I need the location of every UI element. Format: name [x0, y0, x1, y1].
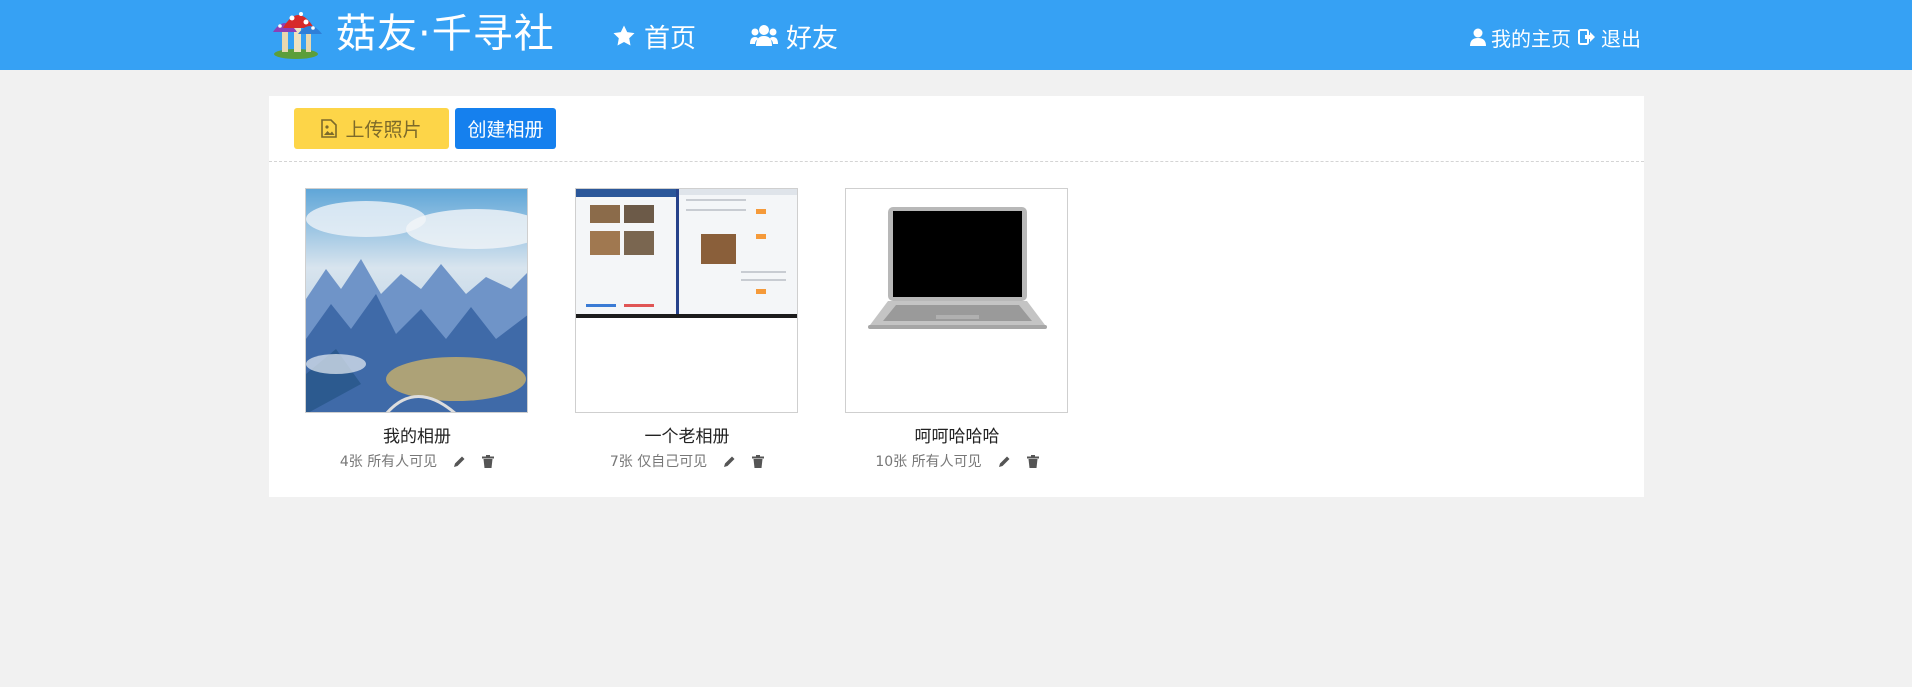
nav-friends-link[interactable]: 好友: [750, 18, 838, 54]
trash-icon: [482, 454, 495, 468]
album-photo-count: 10张: [875, 454, 908, 470]
album-visibility: 仅自己可见: [637, 454, 708, 470]
album-name[interactable]: 呵呵哈哈哈: [845, 422, 1069, 447]
sign-out-icon: [1578, 29, 1595, 45]
album-meta: 4张 所有人可见: [305, 451, 529, 471]
delete-album-button[interactable]: [752, 454, 765, 468]
edit-album-button[interactable]: [723, 455, 736, 468]
site-brand[interactable]: 菇友·千寻社: [336, 10, 555, 58]
screenshot-image: [576, 189, 797, 412]
edit-album-button[interactable]: [998, 455, 1011, 468]
nav-logout-link[interactable]: 退出: [1578, 22, 1641, 52]
album-photo-count: 7张: [609, 454, 633, 470]
upload-photo-label: 上传照片: [345, 119, 422, 141]
pencil-icon: [454, 456, 465, 467]
album-cover-laptop[interactable]: [845, 188, 1068, 413]
top-navbar: 菇友·千寻社 首页 好友 我的主页 退出: [0, 0, 1912, 70]
nav-home-link[interactable]: 首页: [612, 18, 696, 54]
mushroom-logo-icon[interactable]: [268, 4, 324, 60]
trash-icon: [752, 454, 765, 468]
album-photo-count: 4张: [339, 454, 363, 470]
album-visibility: 所有人可见: [367, 454, 438, 470]
nav-logout-label: 退出: [1601, 26, 1641, 51]
upload-photo-button[interactable]: 上传照片: [294, 108, 449, 149]
create-album-button[interactable]: 创建相册: [455, 108, 556, 149]
delete-album-button[interactable]: [482, 454, 495, 468]
album-panel: 上传照片 创建相册 我的相册 4张 所有人可见 一个老相册 7张 仅自己可见 呵…: [269, 96, 1644, 497]
pencil-icon: [724, 456, 735, 467]
nav-friends-label: 好友: [786, 23, 839, 54]
delete-album-button[interactable]: [1026, 454, 1039, 468]
nav-profile-label: 我的主页: [1491, 26, 1571, 51]
landscape-photo-image: [306, 189, 527, 412]
album-cover-screenshot[interactable]: [575, 188, 798, 413]
star-icon: [613, 25, 635, 46]
album-name[interactable]: 一个老相册: [575, 422, 799, 447]
album-name[interactable]: 我的相册: [305, 422, 529, 447]
album-cover-landscape[interactable]: [305, 188, 528, 413]
album-visibility: 所有人可见: [911, 454, 982, 470]
pencil-icon: [998, 456, 1010, 467]
create-album-label: 创建相册: [467, 119, 544, 141]
nav-profile-link[interactable]: 我的主页: [1470, 22, 1571, 52]
album-meta: 7张 仅自己可见: [575, 451, 799, 471]
edit-album-button[interactable]: [453, 455, 466, 468]
nav-home-label: 首页: [644, 23, 697, 54]
album-meta: 10张 所有人可见: [845, 451, 1069, 471]
laptop-photo-image: [846, 189, 1067, 412]
album-toolbar: 上传照片 创建相册: [269, 96, 1644, 162]
trash-icon: [1026, 454, 1039, 468]
users-icon: [750, 25, 778, 46]
user-icon: [1470, 28, 1486, 46]
image-file-icon: [321, 119, 338, 138]
